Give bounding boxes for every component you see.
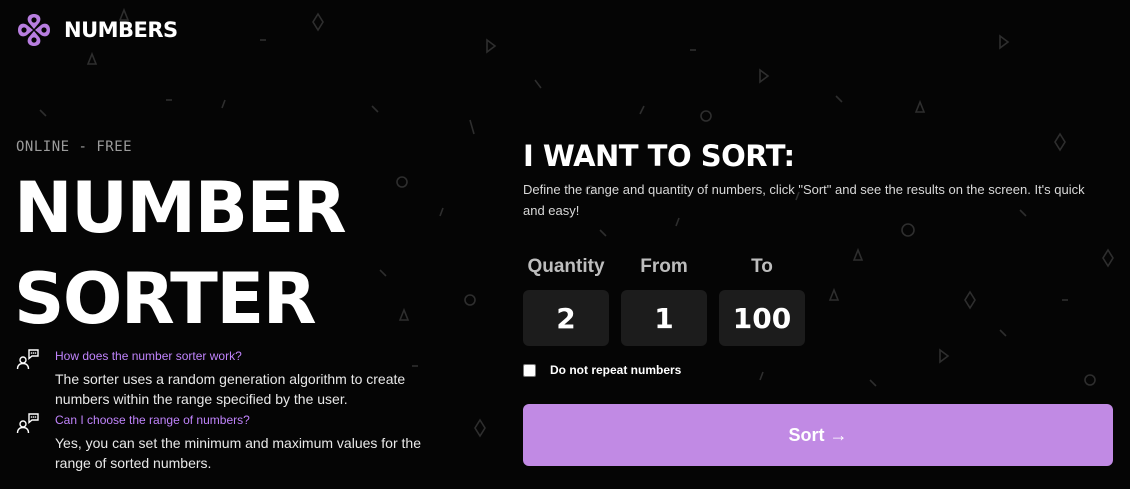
quantity-input[interactable]	[523, 290, 609, 346]
from-input[interactable]	[621, 290, 707, 346]
to-label: To	[751, 256, 773, 277]
form-title: I WANT TO SORT:	[523, 139, 795, 173]
page-title: NUMBER SORTER	[14, 163, 347, 345]
faq-question: How does the number sorter work?	[55, 349, 242, 363]
sort-button[interactable]: Sort →	[523, 404, 1113, 466]
faq-answer: Yes, you can set the minimum and maximum…	[55, 435, 421, 471]
numbers-logo-icon	[18, 14, 50, 46]
from-field: From	[621, 255, 707, 346]
to-input[interactable]	[719, 290, 805, 346]
form-description: Define the range and quantity of numbers…	[523, 182, 1085, 218]
from-label: From	[640, 256, 688, 277]
no-repeat-option[interactable]: Do not repeat numbers	[523, 363, 681, 377]
faq-answer: The sorter uses a random generation algo…	[55, 371, 406, 407]
chat-people-icon	[16, 349, 39, 370]
brand-logo[interactable]: NUMBERS	[16, 12, 178, 48]
no-repeat-label[interactable]: Do not repeat numbers	[550, 363, 681, 377]
faq-question: Can I choose the range of numbers?	[55, 413, 250, 427]
hero-kicker: ONLINE - FREE	[16, 139, 133, 155]
to-field: To	[719, 255, 805, 346]
brand-name: NUMBERS	[64, 18, 178, 42]
quantity-field: Quantity	[523, 255, 609, 346]
quantity-label: Quantity	[527, 256, 605, 277]
no-repeat-checkbox[interactable]	[523, 363, 536, 377]
page-title-line-2: SORTER	[14, 258, 317, 340]
page-title-line-1: NUMBER	[14, 167, 347, 249]
chat-people-icon	[16, 413, 39, 434]
